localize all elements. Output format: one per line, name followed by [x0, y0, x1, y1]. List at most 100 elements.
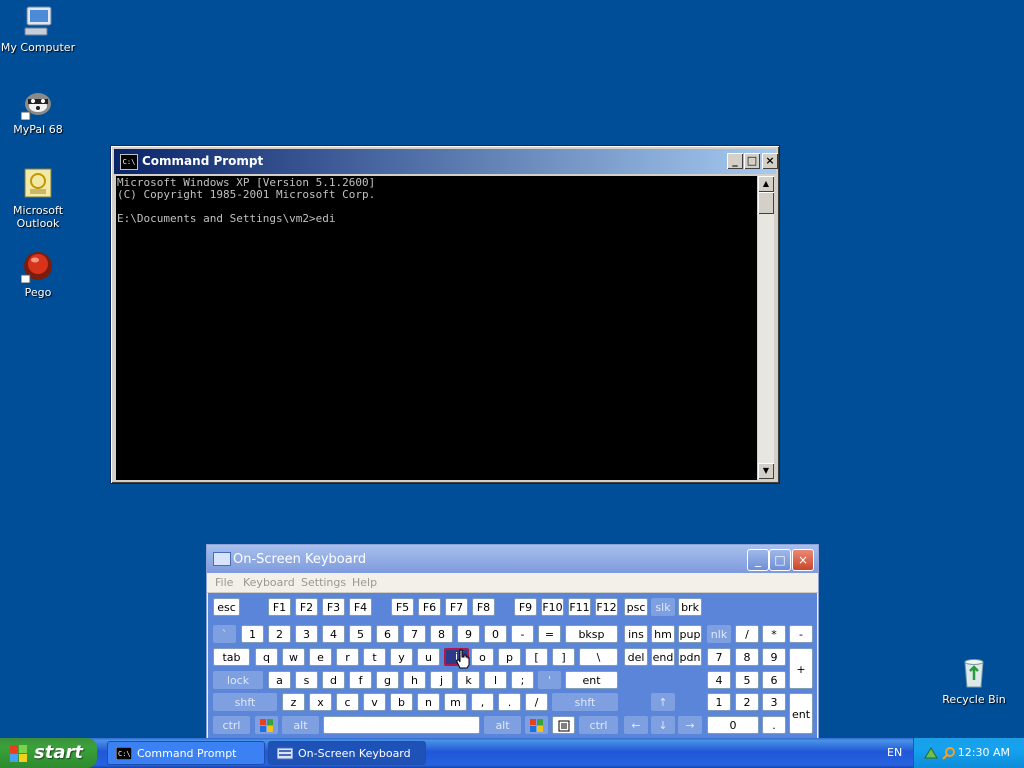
key-up-arrow[interactable]: ↑ [651, 693, 675, 711]
key-end[interactable]: end [651, 648, 675, 666]
key-numpad-3[interactable]: 3 [762, 693, 786, 711]
key-period[interactable]: . [498, 693, 521, 711]
key-f2[interactable]: F2 [295, 598, 318, 616]
taskbar-item-on-screen-keyboard[interactable]: On-Screen Keyboard [268, 741, 426, 765]
cmd-minimize-button[interactable]: _ [727, 153, 743, 169]
key-right-ctrl[interactable]: ctrl [579, 716, 618, 734]
key-l[interactable]: l [484, 671, 507, 689]
key-m[interactable]: m [444, 693, 467, 711]
key-f7[interactable]: F7 [445, 598, 468, 616]
start-button[interactable]: start [0, 738, 97, 768]
key-tab[interactable]: tab [213, 648, 250, 666]
taskbar-item-command-prompt[interactable]: C:\ Command Prompt [107, 741, 265, 765]
menu-settings[interactable]: Settings [301, 576, 346, 589]
key-r[interactable]: r [336, 648, 359, 666]
key-numpad-enter[interactable]: ent [789, 693, 813, 734]
key-f10[interactable]: F10 [541, 598, 564, 616]
key-numpad-4[interactable]: 4 [707, 671, 731, 689]
key-quote[interactable]: ' [538, 671, 561, 689]
key-3[interactable]: 3 [295, 625, 318, 643]
key-n[interactable]: n [417, 693, 440, 711]
key-hm[interactable]: hm [651, 625, 675, 643]
key-f6[interactable]: F6 [418, 598, 441, 616]
key-right-alt[interactable]: alt [484, 716, 521, 734]
cmd-console-output[interactable]: Microsoft Windows XP [Version 5.1.2600] … [116, 176, 757, 480]
key-backtick[interactable]: ` [213, 625, 236, 643]
cmd-maximize-button[interactable]: □ [744, 153, 760, 169]
key-q[interactable]: q [255, 648, 278, 666]
key-equals[interactable]: = [538, 625, 561, 643]
key-6[interactable]: 6 [376, 625, 399, 643]
osk-maximize-button[interactable]: □ [769, 549, 791, 571]
osk-titlebar[interactable]: On-Screen Keyboard _ □ × [207, 545, 818, 573]
desktop-icon-recycle-bin[interactable]: Recycle Bin [936, 656, 1012, 706]
key-numpad-star[interactable]: * [762, 625, 786, 643]
key-numpad-dot[interactable]: . [762, 716, 786, 734]
key-psc[interactable]: psc [624, 598, 648, 616]
key-f1[interactable]: F1 [268, 598, 291, 616]
key-f5[interactable]: F5 [391, 598, 414, 616]
key-f[interactable]: f [349, 671, 372, 689]
key-numpad-plus[interactable]: + [789, 648, 813, 689]
key-numpad-slash[interactable]: / [735, 625, 759, 643]
key-numpad-5[interactable]: 5 [735, 671, 759, 689]
menu-help[interactable]: Help [352, 576, 377, 589]
desktop-icon-mypal[interactable]: MyPal 68 [0, 86, 76, 136]
key-b[interactable]: b [390, 693, 413, 711]
scroll-thumb[interactable] [758, 192, 774, 214]
key-left-ctrl[interactable]: ctrl [213, 716, 250, 734]
key-backslash[interactable]: \ [579, 648, 618, 666]
key-d[interactable]: d [322, 671, 345, 689]
key-o[interactable]: o [471, 648, 494, 666]
key-numpad-8[interactable]: 8 [735, 648, 759, 666]
key-e[interactable]: e [309, 648, 332, 666]
key-nlk[interactable]: nlk [707, 625, 731, 643]
key-slk[interactable]: slk [651, 598, 675, 616]
key-minus[interactable]: - [511, 625, 534, 643]
key-left-windows[interactable] [255, 716, 278, 734]
key-w[interactable]: w [282, 648, 305, 666]
key-esc[interactable]: esc [213, 598, 240, 616]
key-7[interactable]: 7 [403, 625, 426, 643]
key-numpad-9[interactable]: 9 [762, 648, 786, 666]
key-pup[interactable]: pup [678, 625, 702, 643]
key-menu[interactable] [552, 716, 575, 734]
osk-close-button[interactable]: × [792, 549, 814, 571]
key-v[interactable]: v [363, 693, 386, 711]
key-del[interactable]: del [624, 648, 648, 666]
desktop-icon-outlook[interactable]: Microsoft Outlook [0, 167, 76, 230]
key-left-arrow[interactable]: ← [624, 716, 648, 734]
key-right-arrow[interactable]: → [678, 716, 702, 734]
clock[interactable]: 12:30 AM [958, 746, 1010, 759]
language-indicator[interactable]: EN [887, 746, 902, 759]
desktop-icon-pego[interactable]: Pego [0, 249, 76, 299]
key-t[interactable]: t [363, 648, 386, 666]
menu-file[interactable]: File [215, 576, 233, 589]
key-right-bracket[interactable]: ] [552, 648, 575, 666]
key-left-shift[interactable]: shft [213, 693, 277, 711]
key-numpad-1[interactable]: 1 [707, 693, 731, 711]
key-c[interactable]: c [336, 693, 359, 711]
network-icon[interactable] [924, 746, 938, 760]
osk-minimize-button[interactable]: _ [747, 549, 769, 571]
key-5[interactable]: 5 [349, 625, 372, 643]
key-1[interactable]: 1 [241, 625, 264, 643]
key-slash[interactable]: / [525, 693, 548, 711]
key-f8[interactable]: F8 [472, 598, 495, 616]
key-k[interactable]: k [457, 671, 480, 689]
scroll-up-arrow-icon[interactable]: ▲ [758, 176, 774, 192]
key-f12[interactable]: F12 [595, 598, 618, 616]
desktop-icon-my-computer[interactable]: My Computer [0, 4, 76, 54]
key-f11[interactable]: F11 [568, 598, 591, 616]
search-icon[interactable] [942, 746, 956, 760]
key-f3[interactable]: F3 [322, 598, 345, 616]
key-u[interactable]: u [417, 648, 440, 666]
key-8[interactable]: 8 [430, 625, 453, 643]
key-numpad-7[interactable]: 7 [707, 648, 731, 666]
key-j[interactable]: j [430, 671, 453, 689]
command-prompt-window[interactable]: C:\ Command Prompt _ □ × Microsoft Windo… [110, 145, 780, 484]
key-comma[interactable]: , [471, 693, 494, 711]
menu-keyboard[interactable]: Keyboard [243, 576, 295, 589]
key-numpad-0[interactable]: 0 [707, 716, 759, 734]
key-x[interactable]: x [309, 693, 332, 711]
